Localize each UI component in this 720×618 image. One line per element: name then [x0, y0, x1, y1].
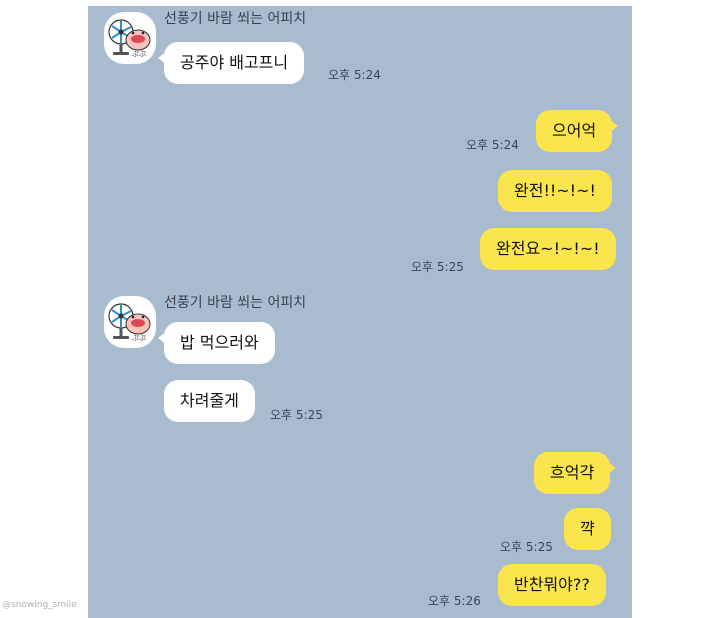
- svg-text:ぷぷ: ぷぷ: [132, 50, 146, 58]
- sender-name: 선풍기 바람 쐬는 어피치: [164, 11, 307, 27]
- message-bubble-incoming[interactable]: 밥 먹으러와: [158, 322, 275, 364]
- screenshot-stage: ぷぷ 선풍기 바람 쐬는 어피치 공주야 배고프니 오후 5:24 오후 5:2…: [0, 0, 720, 618]
- message-timestamp: 오후 5:25: [411, 260, 464, 274]
- message-timestamp: 오후 5:26: [428, 594, 481, 608]
- message-bubble-outgoing[interactable]: 완전요~!~!~!: [480, 228, 616, 270]
- watermark: @snowing_smile: [2, 600, 77, 610]
- message-bubble-incoming[interactable]: 차려줄게: [164, 380, 255, 422]
- message-bubble-outgoing[interactable]: 꺅: [564, 508, 611, 550]
- message-timestamp: 오후 5:24: [466, 138, 519, 152]
- svg-text:ぷぷ: ぷぷ: [132, 334, 146, 342]
- apeach-fan-avatar-icon[interactable]: ぷぷ: [104, 12, 156, 64]
- message-bubble-incoming[interactable]: 공주야 배고프니: [157, 42, 305, 84]
- message-bubble-outgoing[interactable]: 으어억: [536, 110, 619, 152]
- chat-area[interactable]: ぷぷ 선풍기 바람 쐬는 어피치 공주야 배고프니 오후 5:24 오후 5:2…: [88, 6, 632, 618]
- message-bubble-outgoing[interactable]: 완전!!~!~!: [498, 170, 612, 212]
- sender-name: 선풍기 바람 쐬는 어피치: [164, 295, 307, 311]
- message-bubble-outgoing[interactable]: 반찬뭐야??: [498, 564, 606, 606]
- message-timestamp: 오후 5:24: [328, 68, 381, 82]
- message-timestamp: 오후 5:25: [500, 540, 553, 554]
- message-bubble-outgoing[interactable]: 흐억갹: [534, 452, 617, 494]
- message-timestamp: 오후 5:25: [270, 408, 323, 422]
- apeach-fan-avatar-icon[interactable]: ぷぷ: [104, 296, 156, 348]
